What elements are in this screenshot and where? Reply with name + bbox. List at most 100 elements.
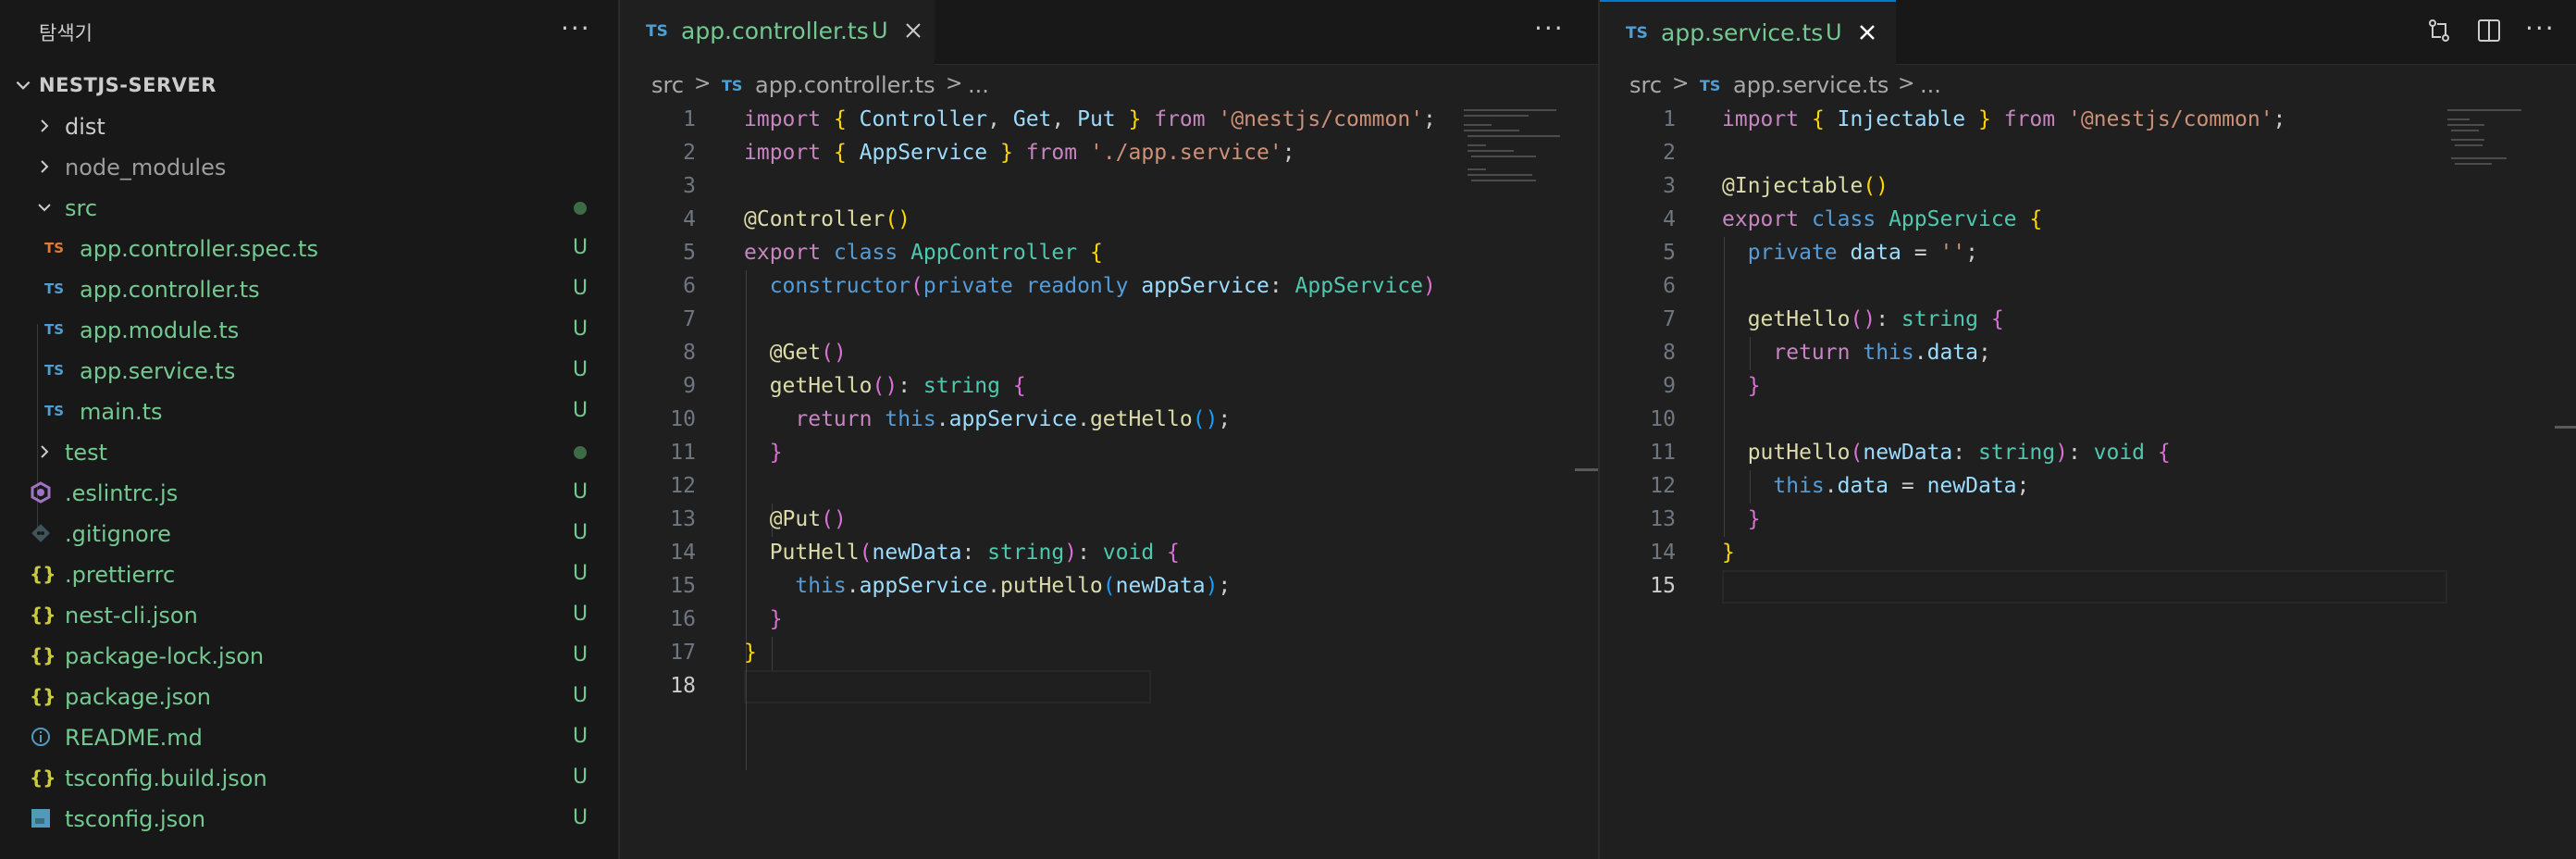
- typescript-icon: TS: [1700, 77, 1721, 94]
- chevron-right-icon: [41, 445, 49, 458]
- minimap-line: [2455, 163, 2492, 165]
- code-line: 15 this.appService.putHello(newData);: [620, 570, 1598, 604]
- line-number: 7: [683, 307, 696, 331]
- file-prettierrc[interactable]: {} .prettierrc U: [0, 554, 620, 594]
- breadcrumb-symbol[interactable]: ...: [968, 72, 989, 98]
- tree-item-label: tsconfig.json: [65, 806, 206, 832]
- code-line: 5 export class AppController {: [620, 237, 1598, 270]
- tab-bar: TS app.controller.ts U ···: [620, 0, 1598, 65]
- minimap[interactable]: [2438, 104, 2576, 859]
- line-number: 3: [1663, 174, 1676, 198]
- minimap-line: [2455, 144, 2483, 146]
- line-text: @Get(): [769, 341, 847, 365]
- file-app-controller[interactable]: TS app.controller.ts U: [0, 268, 620, 309]
- code-editor[interactable]: 1 import { Controller, Get, Put } from '@…: [620, 104, 1598, 770]
- untracked-badge: U: [573, 521, 588, 544]
- json-braces-icon: {}: [30, 563, 56, 585]
- modified-dot: [574, 202, 587, 215]
- folder-dist[interactable]: dist: [0, 106, 620, 146]
- tree-item-label: main.ts: [80, 399, 163, 425]
- folder-node-modules[interactable]: node_modules: [0, 146, 620, 187]
- chevron-down-icon: [38, 204, 51, 212]
- file-app-service[interactable]: TS app.service.ts U: [0, 350, 620, 391]
- folder-test[interactable]: test: [0, 431, 620, 472]
- code-line: 6: [1600, 270, 2576, 304]
- folder-src[interactable]: src: [0, 187, 620, 228]
- line-text: this.data = newData;: [1773, 474, 2030, 498]
- file-app-module[interactable]: TS app.module.ts U: [0, 309, 620, 350]
- breadcrumb-folder[interactable]: src: [1629, 72, 1662, 98]
- line-text: }: [1722, 541, 1735, 565]
- more-actions-icon[interactable]: ···: [1534, 13, 1565, 44]
- tab-app-service[interactable]: TS app.service.ts U: [1600, 0, 1896, 65]
- code-editor[interactable]: 1 import { Injectable } from '@nestjs/com…: [1600, 104, 2576, 604]
- line-text: }: [769, 441, 783, 465]
- more-actions-icon[interactable]: ···: [2525, 13, 2556, 44]
- code-line: 9 }: [1600, 370, 2576, 404]
- file-tree: dist node_modules src TS app.controller.…: [0, 106, 620, 839]
- typescript-icon: TS: [44, 362, 65, 379]
- line-text: }: [1747, 507, 1761, 531]
- typescript-icon: TS: [44, 403, 65, 419]
- line-text: import { Controller, Get, Put } from '@n…: [744, 107, 1436, 131]
- typescript-icon: TS: [44, 240, 65, 256]
- code-line: 8 return this.data;: [1600, 337, 2576, 370]
- file-tsconfig[interactable]: tsconfig.json U: [0, 798, 620, 839]
- minimap-line: [2447, 124, 2484, 126]
- code-line: 17}: [620, 637, 1598, 670]
- minimap-line: [2451, 139, 2484, 141]
- file-package[interactable]: {} package.json U: [0, 676, 620, 716]
- json-braces-icon: {}: [30, 766, 56, 789]
- code-line: 13 @Put(): [620, 504, 1598, 537]
- chevron-right-icon: [41, 119, 49, 132]
- explorer-more-icon[interactable]: ···: [561, 13, 591, 44]
- tab-label: app.service.ts: [1661, 19, 1824, 46]
- file-package-lock[interactable]: {} package-lock.json U: [0, 635, 620, 676]
- untracked-badge: U: [872, 18, 888, 44]
- line-text: import { AppService } from './app.servic…: [744, 141, 1295, 165]
- tree-item-label: app.controller.spec.ts: [80, 236, 318, 262]
- minimap-line: [2451, 130, 2479, 131]
- file-app-controller-spec[interactable]: TS app.controller.spec.ts U: [0, 228, 620, 268]
- breadcrumb-folder[interactable]: src: [651, 72, 684, 98]
- line-text: return this.appService.getHello();: [795, 407, 1232, 431]
- breadcrumb-file[interactable]: app.service.ts: [1733, 72, 1889, 98]
- typescript-icon: TS: [44, 321, 65, 338]
- file-main[interactable]: TS main.ts U: [0, 391, 620, 431]
- line-number: 12: [1650, 474, 1676, 498]
- tree-item-label: app.service.ts: [80, 358, 236, 384]
- minimap-line: [1464, 130, 1519, 131]
- tree-item-label: app.controller.ts: [80, 277, 260, 303]
- line-number: 15: [1650, 574, 1676, 598]
- file-nest-cli[interactable]: {} nest-cli.json U: [0, 594, 620, 635]
- untracked-badge: U: [573, 480, 588, 504]
- code-line: 12: [620, 470, 1598, 504]
- project-root[interactable]: NESTJS-SERVER: [0, 68, 620, 104]
- file-readme[interactable]: README.md U: [0, 716, 620, 757]
- breadcrumb-symbol[interactable]: ...: [1920, 72, 1941, 98]
- tab-app-controller[interactable]: TS app.controller.ts U: [620, 0, 935, 65]
- code-line: 4 @Controller(): [620, 204, 1598, 237]
- line-text: private data = '';: [1747, 241, 1978, 265]
- split-editor-icon[interactable]: [2475, 17, 2503, 44]
- eslint-icon: [31, 481, 51, 504]
- code-line: 2: [1600, 137, 2576, 170]
- file-gitignore[interactable]: .gitignore U: [0, 513, 620, 554]
- minimap[interactable]: [1458, 104, 1598, 859]
- close-icon[interactable]: [1857, 22, 1877, 43]
- json-braces-icon: {}: [30, 685, 56, 707]
- line-number: 16: [670, 607, 696, 631]
- typescript-icon: TS: [44, 280, 65, 297]
- untracked-badge: U: [573, 725, 588, 748]
- breadcrumb-file[interactable]: app.controller.ts: [755, 72, 935, 98]
- chevron-right-icon: >: [1672, 72, 1690, 95]
- code-line: 3: [620, 170, 1598, 204]
- tree-item-label: src: [65, 195, 98, 221]
- line-number: 6: [1663, 274, 1676, 298]
- code-line: 10: [1600, 404, 2576, 437]
- line-number: 2: [683, 141, 696, 165]
- file-eslintrc[interactable]: .eslintrc.js U: [0, 472, 620, 513]
- compare-changes-icon[interactable]: [2425, 17, 2453, 44]
- file-tsconfig-build[interactable]: {} tsconfig.build.json U: [0, 757, 620, 798]
- close-icon[interactable]: [903, 20, 923, 41]
